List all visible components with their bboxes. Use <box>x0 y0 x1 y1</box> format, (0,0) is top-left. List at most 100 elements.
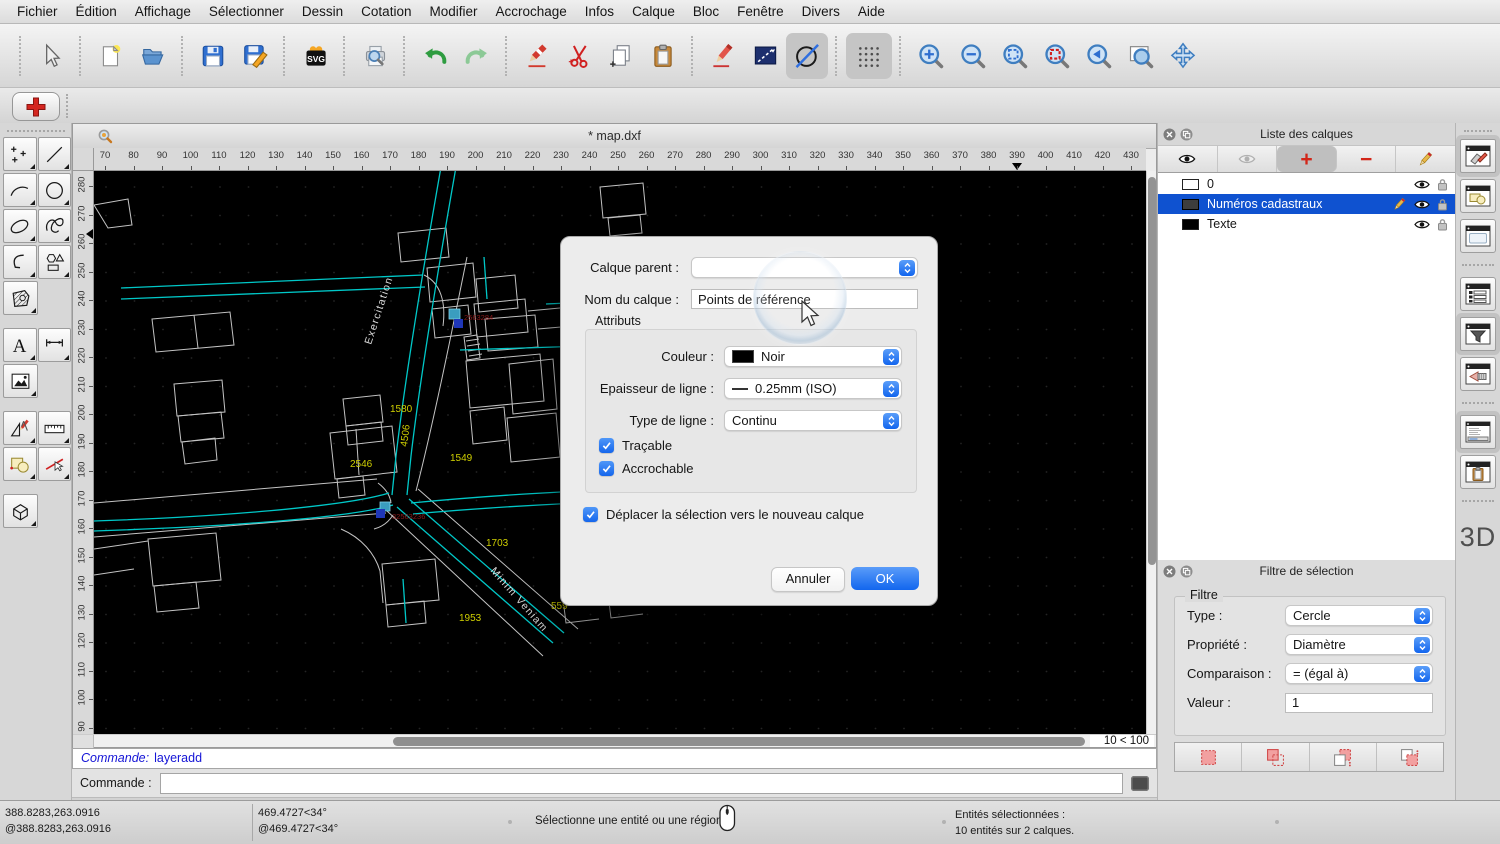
menu-item-cotation[interactable]: Cotation <box>352 4 420 19</box>
command-input[interactable] <box>160 773 1123 794</box>
ok-button[interactable]: OK <box>851 567 919 590</box>
float-panel-icon[interactable] <box>1180 128 1193 141</box>
hatch-tool-button[interactable] <box>3 281 38 315</box>
float-panel-icon[interactable] <box>1180 565 1193 578</box>
eye-icon[interactable] <box>1414 179 1430 190</box>
text-tool-button[interactable]: A <box>3 328 37 362</box>
menu-item-calque[interactable]: Calque <box>623 4 684 19</box>
toggle-property-panel-button[interactable] <box>1460 277 1496 311</box>
cube-3d-tool-button[interactable] <box>3 494 38 528</box>
menu-item-modifier[interactable]: Modifier <box>420 4 486 19</box>
checkbox-checked-icon[interactable] <box>583 507 598 522</box>
remove-layer-button[interactable]: − <box>1337 146 1397 172</box>
delete-button[interactable] <box>516 33 558 79</box>
add-layer-button[interactable]: + <box>1277 146 1337 172</box>
zoom-auto-button[interactable] <box>994 33 1036 79</box>
points-tool-button[interactable] <box>3 137 37 171</box>
save-as-button[interactable] <box>234 33 276 79</box>
line-tool-button[interactable] <box>38 137 72 171</box>
plottable-checkbox-row[interactable]: Traçable <box>599 438 672 453</box>
arc-tool-button[interactable] <box>3 173 37 207</box>
zoom-previous-button[interactable] <box>1078 33 1120 79</box>
lineweight-select[interactable]: 0.25mm (ISO) <box>724 378 902 399</box>
lock-icon[interactable] <box>1437 218 1448 231</box>
toggle-command-panel-button[interactable] <box>1460 415 1496 449</box>
copy-button[interactable] <box>600 33 642 79</box>
menu-item-infos[interactable]: Infos <box>576 4 623 19</box>
pan-button[interactable] <box>1162 33 1204 79</box>
add-entity-button[interactable] <box>12 92 60 121</box>
toggle-view-panel-button[interactable] <box>1460 357 1496 391</box>
select-matching-button[interactable] <box>1175 743 1242 771</box>
spline-tool-button[interactable] <box>38 209 72 243</box>
hide-all-layers-button[interactable] <box>1218 146 1278 172</box>
zoom-out-button[interactable] <box>952 33 994 79</box>
checkbox-checked-icon[interactable] <box>599 461 614 476</box>
toggle-layer-panel-button[interactable] <box>1460 139 1496 173</box>
redo-button[interactable] <box>456 33 498 79</box>
close-panel-icon[interactable] <box>1163 565 1176 578</box>
eye-icon[interactable] <box>1414 199 1430 210</box>
menu-item-dessin[interactable]: Dessin <box>293 4 352 19</box>
circle-tool-button[interactable] <box>38 173 72 207</box>
intersect-selection-button[interactable] <box>1377 743 1443 771</box>
menu-item-aide[interactable]: Aide <box>849 4 894 19</box>
menu-item-affichage[interactable]: Affichage <box>126 4 200 19</box>
grid-button[interactable] <box>846 33 892 79</box>
3d-panel-label[interactable]: 3D <box>1460 522 1497 553</box>
layer-row[interactable]: 0 <box>1158 174 1455 194</box>
selected-point-marker[interactable] <box>376 509 385 518</box>
pointer-button[interactable] <box>30 33 72 79</box>
cancel-button[interactable]: Annuler <box>771 567 845 592</box>
edit-layer-button[interactable] <box>1396 146 1455 172</box>
filter-comparison-select[interactable]: = (égal à) <box>1285 663 1433 684</box>
menu-item-divers[interactable]: Divers <box>793 4 849 19</box>
lock-icon[interactable] <box>1437 178 1448 191</box>
command-console-toggle-button[interactable] <box>1131 776 1149 791</box>
draw-pencil-button[interactable] <box>702 33 744 79</box>
shapes-tool-button[interactable] <box>38 245 72 279</box>
toggle-clipboard-panel-button[interactable] <box>1460 455 1496 489</box>
pencil-icon[interactable] <box>1392 197 1407 212</box>
drafting-tools-button[interactable] <box>3 411 37 445</box>
menu-item-fichier[interactable]: Fichier <box>8 4 67 19</box>
menu-item-accrochage[interactable]: Accrochage <box>486 4 575 19</box>
horizontal-scrollbar-thumb[interactable] <box>393 737 1085 746</box>
cut-button[interactable] <box>558 33 600 79</box>
toggle-block-panel-button[interactable] <box>1460 179 1496 213</box>
zoom-window-button[interactable] <box>1120 33 1162 79</box>
show-all-layers-button[interactable] <box>1158 146 1218 172</box>
modify-tool-button[interactable] <box>38 447 72 481</box>
move-selection-checkbox-row[interactable]: Déplacer la sélection vers le nouveau ca… <box>583 507 864 522</box>
horizontal-scrollbar[interactable]: 10 < 100 <box>73 734 1156 747</box>
undo-button[interactable] <box>414 33 456 79</box>
remove-from-selection-button[interactable] <box>1310 743 1377 771</box>
svg-export-button[interactable]: SVG <box>294 33 336 79</box>
add-to-selection-button[interactable] <box>1242 743 1309 771</box>
dimension-tool-button[interactable] <box>38 328 72 362</box>
menu-item-bloc[interactable]: Bloc <box>684 4 728 19</box>
image-tool-button[interactable] <box>3 364 38 398</box>
filter-property-select[interactable]: Diamètre <box>1285 634 1433 655</box>
linetype-select[interactable]: Continu <box>724 410 902 431</box>
zoom-selection-button[interactable] <box>1036 33 1078 79</box>
menu-item-fenetre[interactable]: Fenêtre <box>728 4 793 19</box>
lock-icon[interactable] <box>1437 198 1448 211</box>
vertical-scrollbar[interactable] <box>1146 171 1156 734</box>
layer-row-selected[interactable]: Numéros cadastraux <box>1158 194 1455 214</box>
blocks-tool-button[interactable] <box>3 447 37 481</box>
color-select[interactable]: Noir <box>724 346 902 367</box>
draft-circle-button[interactable] <box>786 33 828 79</box>
open-file-button[interactable] <box>132 33 174 79</box>
menu-item-selectionner[interactable]: Sélectionner <box>200 4 293 19</box>
ellipse-tool-button[interactable] <box>3 209 37 243</box>
window-titlebar[interactable]: * map.dxf <box>73 124 1156 149</box>
snappable-checkbox-row[interactable]: Accrochable <box>599 461 694 476</box>
selection-box-button[interactable] <box>744 33 786 79</box>
checkbox-checked-icon[interactable] <box>599 438 614 453</box>
filter-value-input[interactable]: 1 <box>1285 693 1433 713</box>
toggle-library-panel-button[interactable] <box>1460 219 1496 253</box>
eye-icon[interactable] <box>1414 219 1430 230</box>
print-preview-button[interactable] <box>354 33 396 79</box>
ruler-tool-button[interactable] <box>38 411 72 445</box>
